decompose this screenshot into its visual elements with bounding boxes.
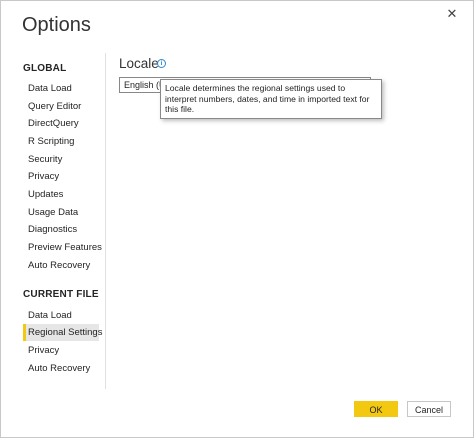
sidebar-item-updates[interactable]: Updates xyxy=(23,186,99,203)
sidebar-item-global-data-load[interactable]: Data Load xyxy=(23,80,99,97)
sidebar-item-diagnostics[interactable]: Diagnostics xyxy=(23,221,99,238)
cancel-button[interactable]: Cancel xyxy=(407,401,451,417)
current-file-section-heading: CURRENT FILE xyxy=(23,289,99,300)
sidebar-item-preview-features[interactable]: Preview Features xyxy=(23,239,102,256)
close-icon[interactable]: ✕ xyxy=(443,5,461,23)
sidebar-item-global-privacy[interactable]: Privacy xyxy=(23,168,99,185)
sidebar-item-file-data-load[interactable]: Data Load xyxy=(23,307,99,324)
sidebar-divider xyxy=(105,53,106,389)
sidebar-item-file-privacy[interactable]: Privacy xyxy=(23,342,99,359)
global-section-heading: GLOBAL xyxy=(23,63,67,74)
sidebar-item-usage-data[interactable]: Usage Data xyxy=(23,204,99,221)
options-sidebar: GLOBAL Data Load Query Editor DirectQuer… xyxy=(1,53,105,389)
sidebar-item-global-auto-recovery[interactable]: Auto Recovery xyxy=(23,257,99,274)
ok-button[interactable]: OK xyxy=(354,401,398,417)
sidebar-item-file-auto-recovery[interactable]: Auto Recovery xyxy=(23,360,99,377)
sidebar-item-r-scripting[interactable]: R Scripting xyxy=(23,133,99,150)
sidebar-item-directquery[interactable]: DirectQuery xyxy=(23,115,99,132)
sidebar-item-security[interactable]: Security xyxy=(23,151,99,168)
sidebar-item-query-editor[interactable]: Query Editor xyxy=(23,98,99,115)
options-dialog: Options ✕ GLOBAL Data Load Query Editor … xyxy=(0,0,474,438)
locale-heading: Locale xyxy=(119,56,159,71)
dialog-title: Options xyxy=(22,14,91,36)
info-icon[interactable]: i xyxy=(157,59,166,68)
sidebar-item-regional-settings[interactable]: Regional Settings xyxy=(23,324,102,341)
locale-tooltip: Locale determines the regional settings … xyxy=(160,79,382,119)
